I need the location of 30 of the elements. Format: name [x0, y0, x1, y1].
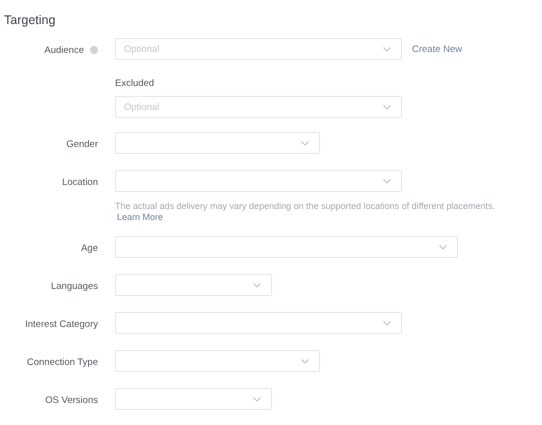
select-field[interactable]	[115, 388, 272, 410]
field-label: Excluded	[115, 78, 156, 89]
select-field[interactable]	[115, 170, 402, 192]
field-label: Gender	[66, 138, 98, 150]
field-label: Languages	[50, 280, 98, 292]
field-label: Interest Category	[25, 318, 98, 330]
select-field[interactable]	[115, 132, 320, 154]
chevron-icon	[383, 320, 391, 326]
chevron-icon	[439, 244, 447, 250]
field-label: Location	[62, 176, 98, 188]
chevron-icon	[301, 140, 309, 146]
field-label: Age	[81, 242, 98, 254]
select-field[interactable]	[115, 236, 458, 258]
chevron-icon	[253, 282, 261, 288]
chevron-icon	[383, 178, 391, 184]
chevron-icon	[383, 46, 391, 52]
help-text: The actual ads delivery may vary depending on the supported locations of different placements.	[115, 201, 496, 211]
select-field[interactable]	[115, 312, 402, 334]
section-title: Targeting	[4, 13, 56, 27]
select-field[interactable]	[115, 350, 320, 372]
select-field[interactable]	[115, 274, 272, 296]
help-icon[interactable]	[90, 46, 98, 54]
chevron-icon	[253, 396, 261, 402]
field-label: Connection Type	[26, 356, 98, 368]
chevron-icon	[383, 104, 391, 110]
learn-more-link[interactable]: Learn More	[117, 212, 164, 222]
chevron-icon	[301, 358, 309, 364]
field-label: OS Versions	[45, 394, 98, 406]
create-link[interactable]: Create New	[412, 44, 462, 54]
field-label: Audience	[44, 44, 84, 56]
